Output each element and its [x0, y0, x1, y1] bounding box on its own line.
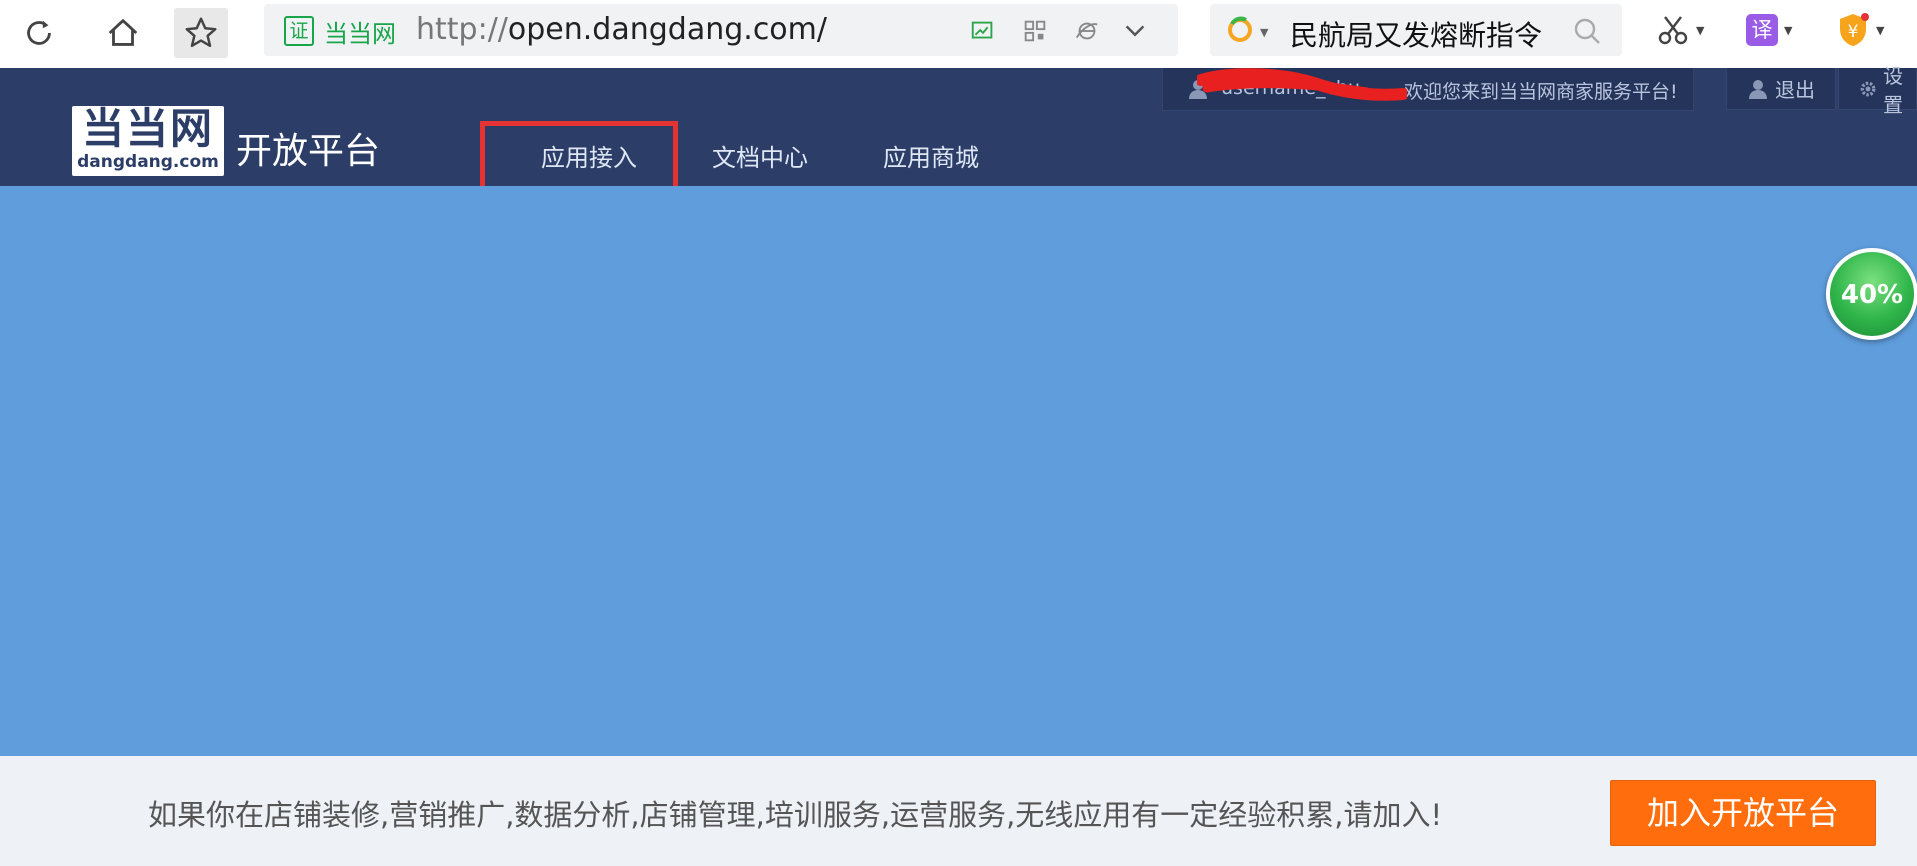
search-engine-icon[interactable] [1226, 16, 1254, 44]
platform-title: 开放平台 [236, 131, 381, 172]
url-host: open.dangdang.com/ [507, 12, 827, 47]
translate-icon: 译 [1746, 14, 1778, 46]
search-engine-dropdown-icon[interactable]: ▼ [1260, 26, 1268, 39]
welcome-message: ，欢迎您来到当当网商家服务平台! [1385, 81, 1678, 103]
certificate-badge[interactable]: 证 [284, 16, 314, 46]
image-icon [971, 21, 993, 39]
ie-icon [1075, 22, 1098, 40]
translate-extension-button[interactable]: 译 ▼ [1746, 10, 1792, 50]
logo-chinese: 当当网 [81, 104, 214, 153]
settings-link[interactable]: 设置 [1838, 64, 1917, 117]
settings-label: 设置 [1883, 63, 1904, 117]
qrcode-button[interactable] [1020, 16, 1050, 46]
wallet-extension-button[interactable]: ¥ ▼ [1836, 10, 1884, 50]
qrcode-icon [1024, 20, 1046, 42]
url-text[interactable]: http://open.dangdang.com/ [416, 12, 827, 47]
browser-toolbar: 证 当当网 http://open.dangdang.com/ ▼ 民航局又发熔… [0, 0, 1917, 69]
refresh-icon [27, 20, 51, 45]
home-icon [108, 19, 138, 46]
chevron-down-icon [1125, 25, 1145, 37]
chevron-down-icon: ▼ [1784, 23, 1793, 37]
nav-app-store[interactable]: 应用商城 [883, 138, 979, 173]
search-icon[interactable] [1572, 16, 1602, 46]
progress-label: 40% [1840, 280, 1904, 310]
ie-mode-button[interactable] [1072, 16, 1102, 46]
star-icon [185, 17, 217, 48]
screenshot-button[interactable] [968, 16, 998, 46]
logout-link[interactable]: 退出 [1726, 68, 1836, 110]
dangdang-logo[interactable]: 当当网 dangdang.com [72, 104, 224, 176]
address-dropdown-button[interactable] [1120, 16, 1150, 46]
bookmark-button[interactable] [174, 8, 228, 58]
logout-label: 退出 [1775, 78, 1815, 102]
welcome-bar: username_chu ，欢迎您来到当当网商家服务平台! [1162, 68, 1694, 111]
join-description: 如果你在店铺装修,营销推广,数据分析,店铺管理,培训服务,运营服务,无线应用有一… [148, 798, 1443, 832]
logo-english: dangdang.com [77, 152, 219, 172]
site-identity-label: 当当网 [324, 20, 396, 48]
refresh-button[interactable] [12, 8, 66, 58]
chevron-down-icon: ▼ [1876, 23, 1885, 37]
chevron-down-icon: ▼ [1696, 23, 1705, 37]
home-button[interactable] [96, 8, 150, 58]
nav-doc-center[interactable]: 文档中心 [712, 138, 808, 173]
address-bar[interactable]: 证 当当网 http://open.dangdang.com/ [264, 4, 1178, 56]
join-platform-button[interactable]: 加入开放平台 [1610, 780, 1876, 846]
wallet-glyph: ¥ [1848, 22, 1859, 42]
search-box[interactable]: ▼ 民航局又发熔断指令 [1210, 4, 1622, 56]
shield-wallet-icon: ¥ [1840, 13, 1869, 46]
join-strip: 如果你在店铺装修,营销推广,数据分析,店铺管理,培训服务,运营服务,无线应用有一… [0, 756, 1917, 866]
hero-banner [0, 186, 1917, 756]
url-protocol: http:// [416, 12, 508, 47]
user-icon [1749, 79, 1767, 99]
scissors-icon [1658, 16, 1688, 45]
search-input[interactable]: 民航局又发熔断指令 [1290, 14, 1542, 54]
gear-icon [1860, 81, 1876, 96]
redaction-scribble [1197, 68, 1407, 101]
cut-extension-button[interactable]: ▼ [1656, 10, 1704, 50]
page-load-progress-badge[interactable]: 40% [1826, 248, 1917, 340]
